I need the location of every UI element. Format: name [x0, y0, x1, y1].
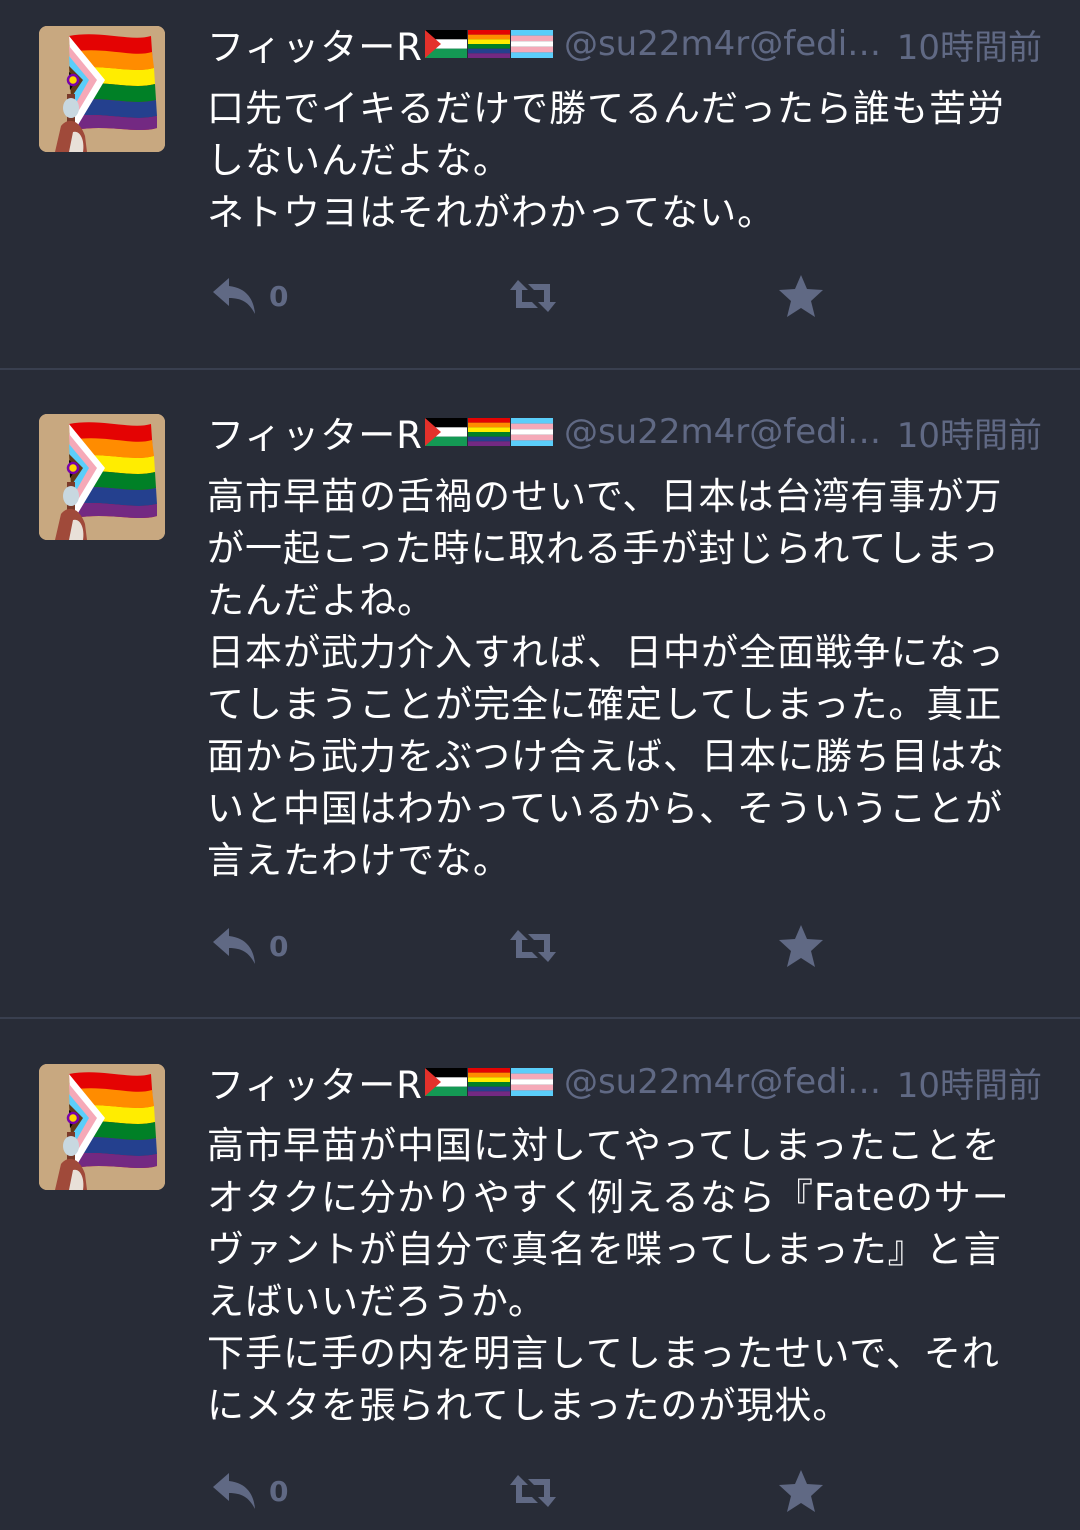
content-line: たんだよね。: [207, 579, 435, 622]
avatar[interactable]: [39, 414, 165, 540]
paragraph: 日本が武力介入すれば、日中が全面戦争になっ てしまうことが完全に確定してしまった…: [207, 627, 1042, 887]
action-bar: 0: [0, 916, 1080, 976]
transgender-flag-icon: [510, 30, 553, 58]
transgender-flag-icon: [510, 418, 553, 446]
content-line: ネトウヨはそれがわかってない。: [207, 191, 776, 234]
reply-count: 0: [269, 279, 289, 313]
star-icon: [779, 1470, 823, 1512]
flag-emojis: [424, 30, 554, 58]
reply-button[interactable]: 0: [211, 266, 288, 326]
progress-pride-flag-avatar-image: [39, 26, 165, 152]
content-line: 面から武力をぶつけ合えば、日本に勝ち目はな: [207, 735, 1005, 778]
transgender-flag-icon: [510, 1068, 553, 1096]
content-line: 口先でイキるだけで勝てるんだったら誰も苦労: [207, 87, 1005, 130]
star-icon: [779, 275, 823, 317]
boost-icon: [510, 280, 556, 312]
status-content: 高市早苗が中国に対してやってしまったことを オタクに分かりやすく例えるなら『Fa…: [207, 1120, 1042, 1432]
content-line: 日本が武力介入すれば、日中が全面戦争になっ: [207, 631, 1005, 674]
content-line: しないんだよな。: [207, 139, 511, 182]
display-name[interactable]: フィッターR: [207, 1055, 423, 1109]
content-line: いと中国はわかっているから、そういうことが: [207, 787, 1004, 830]
content-line: てしまうことが完全に確定してしまった。真正: [207, 683, 1003, 726]
action-bar: 0: [0, 266, 1080, 326]
paragraph: ネトウヨはそれがわかってない。: [207, 187, 1042, 239]
account-handle[interactable]: @su22m4r@fedib...: [564, 1062, 887, 1102]
reply-count: 0: [269, 1474, 289, 1508]
progress-pride-flag-avatar-image: [39, 414, 165, 540]
boost-icon: [510, 1475, 556, 1507]
content-line: が一起こった時に取れる手が封じられてしまっ: [207, 527, 1000, 570]
flag-emojis: [424, 1068, 554, 1096]
boost-button[interactable]: [508, 266, 558, 326]
palestine-flag-icon: [424, 30, 467, 58]
progress-pride-flag-avatar-image: [39, 1064, 165, 1190]
display-name[interactable]: フィッターR: [207, 17, 423, 71]
action-bar: 0: [0, 1461, 1080, 1521]
reply-button[interactable]: 0: [211, 1461, 288, 1521]
favourite-button[interactable]: [778, 916, 824, 976]
status-content: 口先でイキるだけで勝てるんだったら誰も苦労 しないんだよな。 ネトウヨはそれがわ…: [207, 83, 1042, 239]
paragraph: 高市早苗の舌禍のせいで、日本は台湾有事が万 が一起こった時に取れる手が封じられて…: [207, 471, 1042, 627]
boost-icon: [510, 930, 556, 962]
status-3[interactable]: フィッターR @su22m4r@fedib... 10時間前 高市早苗が中国に対…: [0, 1019, 1080, 1530]
avatar[interactable]: [39, 1064, 165, 1190]
timestamp[interactable]: 10時間前: [897, 1058, 1042, 1107]
status-1[interactable]: フィッターR @su22m4r@fedib... 10時間前 口先でイキるだけで…: [0, 0, 1080, 368]
content-line: 下手に手の内を明言してしまったせいで、それ: [207, 1332, 1000, 1375]
account-handle[interactable]: @su22m4r@fedib...: [564, 412, 887, 452]
rainbow-flag-icon: [467, 30, 510, 58]
avatar[interactable]: [39, 26, 165, 152]
boost-button[interactable]: [508, 916, 558, 976]
rainbow-flag-icon: [467, 418, 510, 446]
reply-count: 0: [269, 929, 289, 963]
paragraph: 下手に手の内を明言してしまったせいで、それ にメタを張られてしまったのが現状。: [207, 1328, 1042, 1432]
palestine-flag-icon: [424, 418, 467, 446]
rainbow-flag-icon: [467, 1068, 510, 1096]
reply-icon: [213, 1473, 255, 1509]
paragraph: 口先でイキるだけで勝てるんだったら誰も苦労 しないんだよな。: [207, 83, 1042, 187]
favourite-button[interactable]: [778, 1461, 824, 1521]
reply-icon: [213, 278, 255, 314]
display-name[interactable]: フィッターR: [207, 405, 423, 459]
status-content: 高市早苗の舌禍のせいで、日本は台湾有事が万 が一起こった時に取れる手が封じられて…: [207, 471, 1042, 887]
reply-button[interactable]: 0: [211, 916, 288, 976]
account-handle[interactable]: @su22m4r@fedib...: [564, 24, 887, 64]
reply-icon: [213, 928, 255, 964]
timestamp[interactable]: 10時間前: [897, 20, 1042, 69]
content-line: にメタを張られてしまったのが現状。: [207, 1384, 851, 1427]
content-line: 高市早苗が中国に対してやってしまったことを: [207, 1124, 1001, 1167]
boost-button[interactable]: [508, 1461, 558, 1521]
content-line: えばいいだろうか。: [207, 1280, 547, 1323]
timestamp[interactable]: 10時間前: [897, 408, 1042, 457]
star-icon: [779, 925, 823, 967]
status-2[interactable]: フィッターR @su22m4r@fedib... 10時間前 高市早苗の舌禍のせ…: [0, 370, 1080, 1017]
content-line: オタクに分かりやすく例えるなら『Fateのサー: [207, 1176, 1010, 1219]
palestine-flag-icon: [424, 1068, 467, 1096]
paragraph: 高市早苗が中国に対してやってしまったことを オタクに分かりやすく例えるなら『Fa…: [207, 1120, 1042, 1328]
content-line: 高市早苗の舌禍のせいで、日本は台湾有事が万: [207, 475, 1003, 518]
favourite-button[interactable]: [778, 266, 824, 326]
content-line: ヴァントが自分で真名を喋ってしまった』と言: [207, 1228, 1002, 1271]
flag-emojis: [424, 418, 554, 446]
content-line: 言えたわけでな。: [207, 839, 511, 882]
